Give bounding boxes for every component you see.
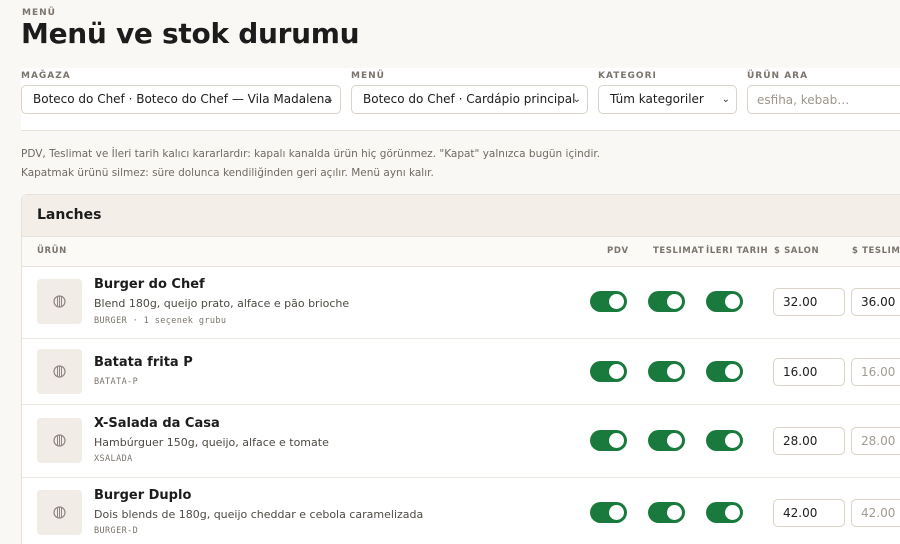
salon-price-input[interactable]: 32.00 xyxy=(773,288,845,316)
search-filter: ÜRÜN ARA xyxy=(747,68,900,114)
product-description: Hambúrguer 150g, queijo, alface e tomate xyxy=(94,436,329,449)
column-delivery: TESLIMAT xyxy=(653,246,705,256)
search-input[interactable] xyxy=(747,85,900,114)
product-image-placeholder xyxy=(37,279,82,324)
category-filter-label: KATEGORI xyxy=(598,71,657,81)
burger-icon xyxy=(53,506,66,519)
column-future-date: İLERI TARIH xyxy=(706,246,769,256)
salon-price-input[interactable]: 16.00 xyxy=(773,358,845,386)
future-date-toggle[interactable] xyxy=(706,361,743,382)
table-row: X-Salada da Casa Hambúrguer 150g, queijo… xyxy=(22,405,900,478)
menu-filter-label: MENÜ xyxy=(351,71,385,81)
note-channels: PDV, Teslimat ve İleri tarih kalıcı kara… xyxy=(21,148,601,160)
column-header: ÜRÜN PDV TESLIMAT İLERI TARIH $ SALON $ … xyxy=(22,237,900,267)
delivery-price-input[interactable]: 36.00 xyxy=(851,288,900,316)
future-date-toggle[interactable] xyxy=(706,430,743,451)
search-filter-label: ÜRÜN ARA xyxy=(747,71,809,81)
category-filter: KATEGORI Tüm kategoriler ⌄ xyxy=(598,68,737,114)
pdv-toggle[interactable] xyxy=(590,291,627,312)
salon-price-input[interactable]: 42.00 xyxy=(773,499,845,527)
page-title: Menü ve stok durumu xyxy=(21,17,360,50)
pdv-toggle[interactable] xyxy=(590,430,627,451)
pdv-toggle[interactable] xyxy=(590,361,627,382)
chevron-down-icon: ⌄ xyxy=(721,94,730,105)
delivery-toggle[interactable] xyxy=(648,291,685,312)
product-name: X-Salada da Casa xyxy=(94,416,220,431)
column-pdv: PDV xyxy=(607,246,629,256)
chevron-down-icon: ⌄ xyxy=(572,94,581,105)
burger-icon xyxy=(53,295,66,308)
category-select-value: Tüm kategoriler xyxy=(610,92,704,106)
column-product: ÜRÜN xyxy=(37,246,67,256)
product-code: BATATA-P xyxy=(94,377,139,387)
menu-select-value: Boteco do Chef · Cardápio principal xyxy=(363,92,576,106)
category-select[interactable]: Tüm kategoriler ⌄ xyxy=(598,85,737,114)
store-filter-label: MAĞAZA xyxy=(21,71,71,81)
store-select[interactable]: Boteco do Chef · Boteco do Chef — Vila M… xyxy=(21,85,341,114)
category-title: Lanches xyxy=(22,195,900,237)
notes: PDV, Teslimat ve İleri tarih kalıcı kara… xyxy=(21,148,600,186)
product-image-placeholder xyxy=(37,490,82,535)
pdv-toggle[interactable] xyxy=(590,502,627,523)
delivery-price-input[interactable]: 16.00 xyxy=(851,358,900,386)
future-date-toggle[interactable] xyxy=(706,502,743,523)
menu-select[interactable]: Boteco do Chef · Cardápio principal ⌄ xyxy=(351,85,588,114)
product-description: Blend 180g, queijo prato, alface e pão b… xyxy=(94,297,350,310)
product-image-placeholder xyxy=(37,418,82,463)
future-date-toggle[interactable] xyxy=(706,291,743,312)
delivery-price-input[interactable]: 42.00 xyxy=(851,499,900,527)
table-row: Burger do Chef Blend 180g, queijo prato,… xyxy=(22,267,900,339)
delivery-toggle[interactable] xyxy=(648,502,685,523)
filter-bar: MAĞAZA Boteco do Chef · Boteco do Chef —… xyxy=(21,68,900,131)
product-name: Batata frita P xyxy=(94,355,193,370)
delivery-toggle[interactable] xyxy=(648,430,685,451)
product-code: BURGER-D xyxy=(94,526,139,536)
burger-icon xyxy=(53,365,66,378)
column-salon-price: $ SALON xyxy=(774,246,820,256)
category-panel: Lanches ÜRÜN PDV TESLIMAT İLERI TARIH $ … xyxy=(21,194,900,544)
store-select-value: Boteco do Chef · Boteco do Chef — Vila M… xyxy=(33,92,332,106)
column-delivery-price: $ TESLIMAT xyxy=(852,246,900,256)
table-row: Burger Duplo Dois blends de 180g, queijo… xyxy=(22,478,900,544)
product-code: BURGER · 1 seçenek grubu xyxy=(94,316,227,326)
product-code: XSALADA xyxy=(94,454,133,464)
product-image-placeholder xyxy=(37,349,82,394)
product-name: Burger do Chef xyxy=(94,277,205,292)
table-row: Batata frita P BATATA-P 16.00 16.00 xyxy=(22,339,900,405)
salon-price-input[interactable]: 28.00 xyxy=(773,427,845,455)
store-filter: MAĞAZA Boteco do Chef · Boteco do Chef —… xyxy=(21,68,341,114)
note-close: Kapatmak ürünü silmez: süre dolunca kend… xyxy=(21,167,434,179)
delivery-toggle[interactable] xyxy=(648,361,685,382)
product-name: Burger Duplo xyxy=(94,488,192,503)
delivery-price-input[interactable]: 28.00 xyxy=(851,427,900,455)
chevron-down-icon: ⌄ xyxy=(325,94,334,105)
burger-icon xyxy=(53,434,66,447)
menu-filter: MENÜ Boteco do Chef · Cardápio principal… xyxy=(351,68,588,114)
product-description: Dois blends de 180g, queijo cheddar e ce… xyxy=(94,508,424,521)
